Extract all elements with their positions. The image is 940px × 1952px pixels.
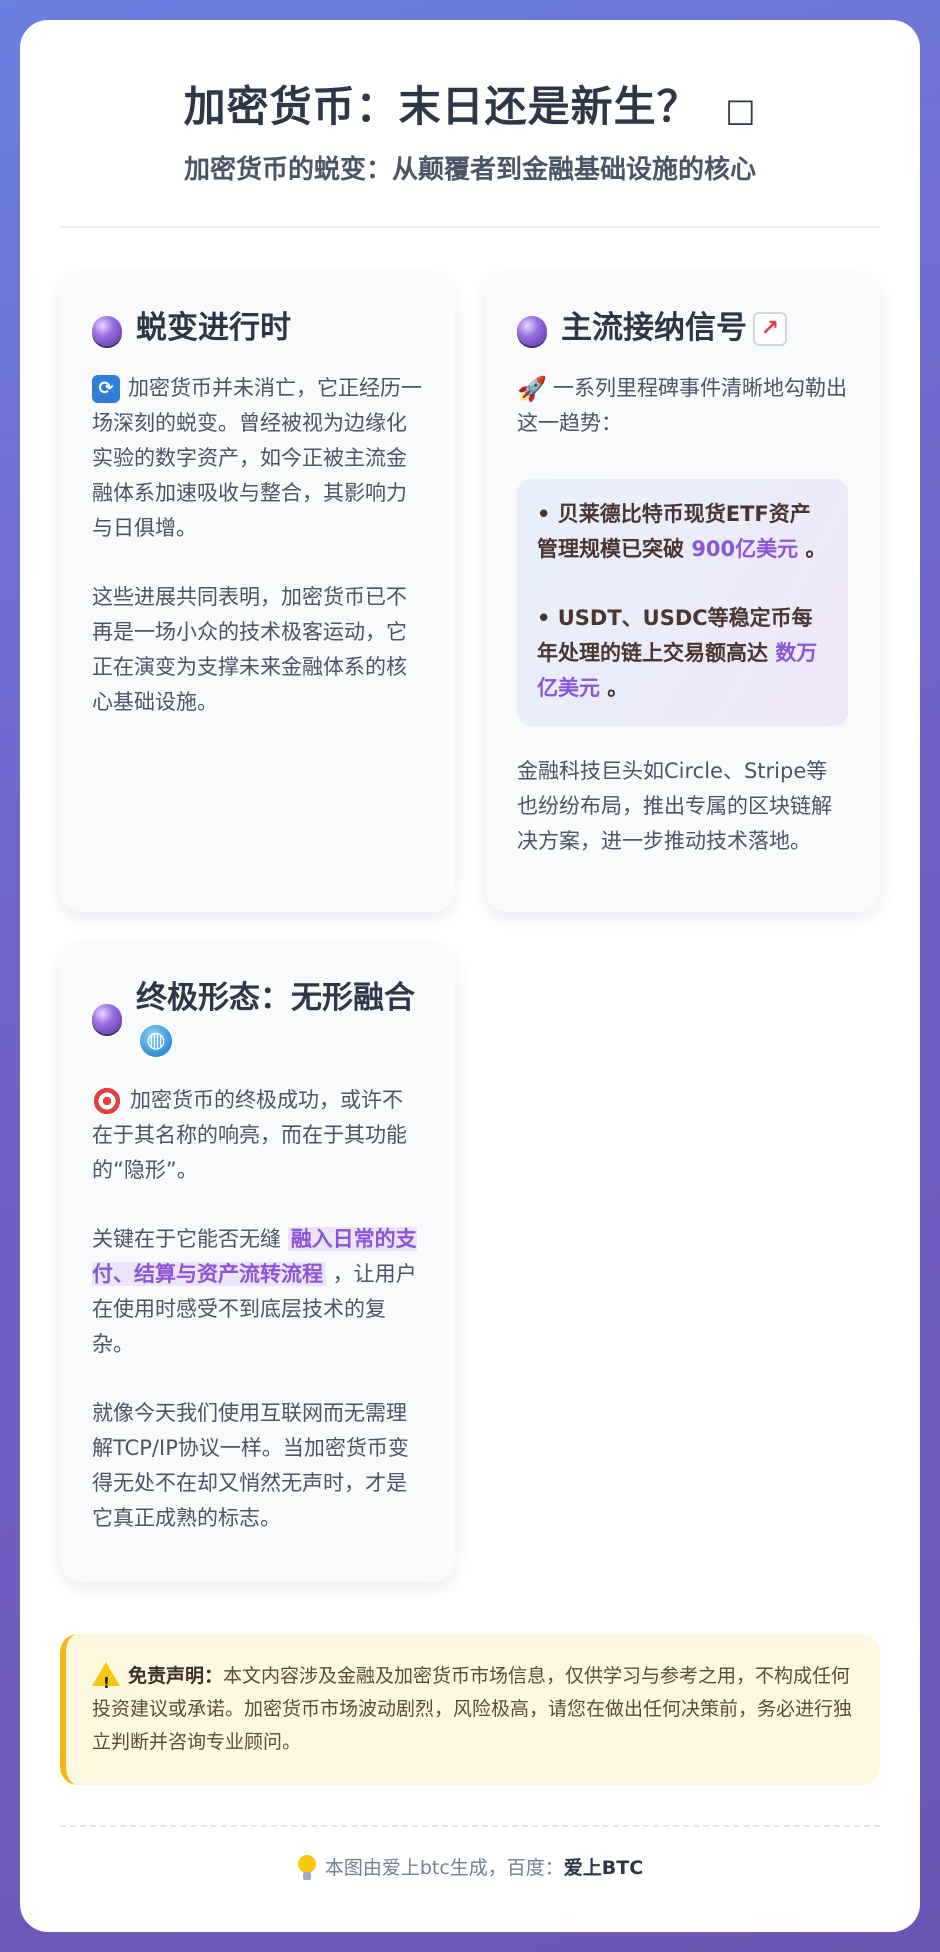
card-paragraph: 关键在于它能否无缝 融入日常的支付、结算与资产流转流程 ，让用户在使用时感受不到… [92,1222,423,1362]
highlight-value: 900亿美元 [691,537,799,562]
page-title: 加密货币：末日还是新生？ □ [60,80,880,135]
footer-brand: 爱上BTC [563,1856,644,1879]
card-title-text: 终极形态：无形融合 [136,979,415,1016]
card-header: 终极形态：无形融合 ◍ [92,978,423,1062]
highlight-suffix: 。 [600,676,629,701]
card-paragraph: 金融科技巨头如Circle、Stripe等也纷纷布局，推出专属的区块链解决方案，… [517,759,832,854]
highlight-item: • USDT、USDC等稳定币每年处理的链上交易额高达 数万亿美元 。 [537,601,828,706]
highlight-prefix: • USDT、USDC等稳定币每年处理的链上交易额高达 [537,606,813,666]
card-paragraph-text: 一系列里程碑事件清晰地勾勒出这一趋势： [517,376,847,436]
light-bulb-icon [297,1855,317,1881]
crystal-ball-icon [92,315,122,346]
title-missing-glyph-icon: □ [725,91,757,129]
header: 加密货币：末日还是新生？ □ 加密货币的蜕变：从颠覆者到金融基础设施的核心 [60,80,880,186]
crystal-ball-icon [517,315,547,346]
rocket-icon: 🚀 [517,375,547,404]
footer: 本图由爱上btc生成，百度：爱上BTC [60,1853,880,1882]
highlight-box: • 贝莱德比特币现货ETF资产管理规模已突破 900亿美元 。 • USDT、U… [517,479,848,727]
header-divider [60,225,880,228]
card-paragraph-text: 加密货币并未消亡，它正经历一场深刻的蜕变。曾经被视为边缘化实验的数字资产，如今正… [92,376,422,541]
footer-text: 本图由爱上btc生成，百度： [324,1856,564,1879]
card-mainstream-signals: 主流接纳信号 ↗ 🚀 一系列里程碑事件清晰地勾勒出这一趋势： • 贝莱德比特币现货E… [485,271,880,912]
page-title-text: 加密货币：末日还是新生？ [183,82,700,131]
refresh-icon: ⟳ [92,375,120,404]
card-paragraph: 🚀 一系列里程碑事件清晰地勾勒出这一趋势： [517,371,848,441]
highlight-suffix: 。 [798,537,827,562]
card-title: 主流接纳信号 ↗ [561,308,787,350]
card-paragraph: 就像今天我们使用互联网而无需理解TCP/IP协议一样。当加密货币变得无处不在却又… [92,1401,409,1531]
card-title: 蜕变进行时 [136,309,291,346]
globe-icon: ◍ [140,1024,172,1057]
crystal-ball-icon [92,1003,122,1034]
disclaimer-box: ! 免责声明：本文内容涉及金融及加密货币市场信息，仅供学习与参考之用，不构成任何投… [60,1633,880,1785]
warning-icon: ! [92,1662,120,1692]
footer-divider [60,1824,880,1827]
disclaimer-label: 免责声明： [128,1664,224,1687]
paragraph-prefix: 关键在于它能否无缝 [92,1227,288,1252]
card-title: 终极形态：无形融合 ◍ [136,978,423,1062]
chart-increasing-icon: ↗ [753,312,787,347]
card-paragraph: 这些进展共同表明，加密货币已不再是一场小众的技术极客运动，它正在演变为支撑未来金… [92,585,407,715]
card-header: 蜕变进行时 [92,308,423,350]
card-grid: 蜕变进行时 ⟳ 加密货币并未消亡，它正经历一场深刻的蜕变。曾经被视为边缘化实验的数… [60,271,880,1582]
card-paragraph-text: 加密货币的终极成功，或许不在于其名称的响亮，而在于其功能的“隐形”。 [92,1088,407,1183]
card-header: 主流接纳信号 ↗ [517,308,848,350]
target-icon [92,1086,122,1117]
card-title-text: 主流接纳信号 [561,309,747,346]
card-paragraph: ⟳ 加密货币并未消亡，它正经历一场深刻的蜕变。曾经被视为边缘化实验的数字资产，如今… [92,371,423,546]
card-transformation: 蜕变进行时 ⟳ 加密货币并未消亡，它正经历一场深刻的蜕变。曾经被视为边缘化实验的数… [60,271,455,912]
card-paragraph: 加密货币的终极成功，或许不在于其名称的响亮，而在于其功能的“隐形”。 [92,1083,423,1188]
page-card: 加密货币：末日还是新生？ □ 加密货币的蜕变：从颠覆者到金融基础设施的核心 蜕变… [20,20,920,1932]
highlight-item: • 贝莱德比特币现货ETF资产管理规模已突破 900亿美元 。 [537,497,828,567]
card-ultimate-form: 终极形态：无形融合 ◍ 加密货币的终极成功，或许不在于其名称的响亮，而在于其功能的… [60,941,455,1582]
page-subtitle: 加密货币的蜕变：从颠覆者到金融基础设施的核心 [183,154,756,185]
